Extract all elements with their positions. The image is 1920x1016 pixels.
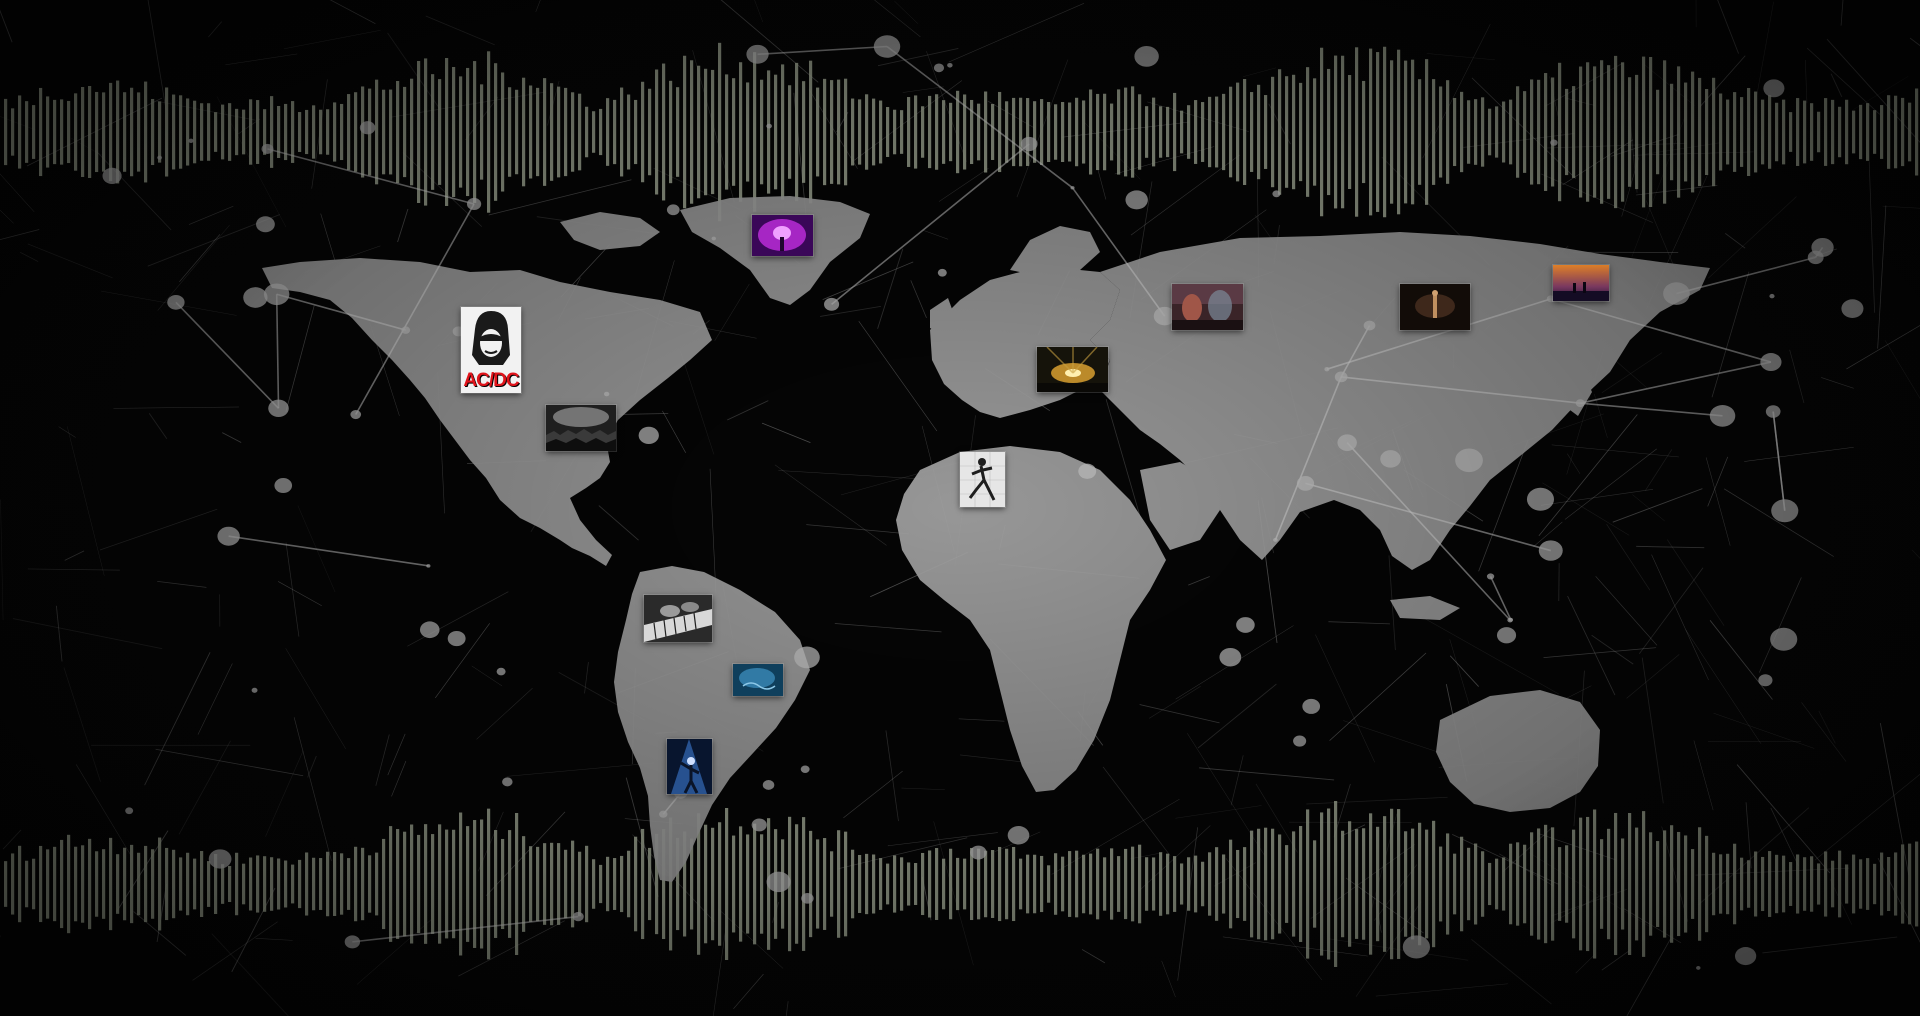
acdc-poster-thumbnail[interactable]: AC/DC [461,307,521,393]
concert-icon [1400,284,1470,330]
acdc-logo-text: AC/DC [463,370,519,391]
world-music-map: AC/DC [0,0,1920,1016]
performer-icon [667,739,712,794]
stage-icon [1553,265,1609,301]
dancer-bw-thumbnail[interactable] [960,452,1005,507]
piano-icon [644,595,712,642]
crowd-icon [546,405,616,451]
orange-sunset-stage-thumbnail[interactable] [1553,265,1609,301]
amber-stage-lights-thumbnail[interactable] [1037,347,1108,392]
dark-concert-thumbnail[interactable] [1400,284,1470,330]
blue-underwater-thumbnail[interactable] [733,664,783,696]
water-icon [733,664,783,696]
stage-lights-icon [1037,347,1108,392]
stage-lights-icon [752,215,813,256]
background-art [0,0,1920,1016]
blue-performer-thumbnail[interactable] [667,739,712,794]
dancer-icon [960,452,1005,507]
concert-crowd-bw-thumbnail[interactable] [546,405,616,451]
purple-stage-thumbnail[interactable] [752,215,813,256]
piano-hands-bw-thumbnail[interactable] [644,595,712,642]
rock-band-red-thumbnail[interactable] [1172,284,1243,330]
band-icon [1172,284,1243,330]
